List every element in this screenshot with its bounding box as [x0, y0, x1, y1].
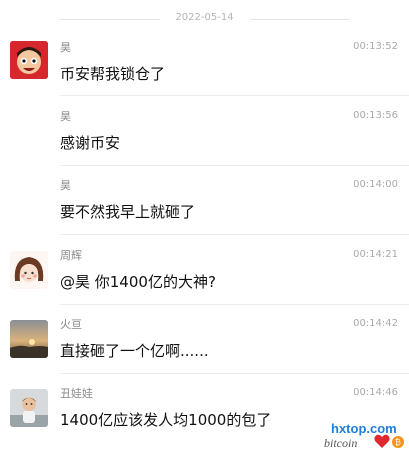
message-text: 要不然我早上就砸了 [60, 203, 196, 221]
message-divider [60, 234, 409, 235]
message-divider [60, 165, 409, 166]
sender-name: 昊 [60, 41, 71, 54]
message-time: 00:13:52 [353, 41, 398, 52]
chat-message[interactable]: 昊 00:14:00 要不然我早上就砸了 [0, 173, 409, 235]
message-text: 感谢币安 [60, 134, 121, 152]
sender-name: 昊 [60, 179, 71, 192]
message-divider [60, 95, 409, 96]
svg-text:₿: ₿ [395, 438, 401, 447]
message-time: 00:13:56 [353, 110, 398, 121]
girl-cartoon-avatar[interactable] [10, 251, 48, 289]
avatar-image [10, 251, 48, 289]
child-photo-avatar[interactable] [10, 389, 48, 427]
avatar-image [10, 320, 48, 358]
message-divider [60, 373, 409, 374]
sender-name: 昊 [60, 110, 71, 123]
avatar-image [10, 41, 48, 79]
watermark-logo: hxtop.com bitcoin ₿ [322, 421, 408, 451]
date-separator: 2022-05-14 [0, 0, 409, 28]
message-time: 00:14:46 [353, 387, 398, 398]
message-text: 直接砸了一个亿啊...... [60, 342, 209, 360]
chat-message[interactable]: 火亘 00:14:42 直接砸了一个亿啊...... [0, 312, 409, 374]
chat-message[interactable]: 周辉 00:14:21 @昊 你1400亿的大神? [0, 243, 409, 305]
sender-name: 周辉 [60, 249, 82, 262]
message-text: 币安帮我锁仓了 [60, 65, 166, 83]
sunset-landscape-avatar[interactable] [10, 320, 48, 358]
sender-name: 火亘 [60, 318, 82, 331]
heart-coin-icon: ₿ [374, 434, 404, 448]
sender-name: 丑娃娃 [60, 387, 93, 400]
cartoon-face-avatar[interactable] [10, 41, 48, 79]
date-divider-right [250, 19, 350, 20]
message-time: 00:14:21 [353, 249, 398, 260]
message-time: 00:14:00 [353, 179, 398, 190]
message-divider [60, 304, 409, 305]
message-text: 1400亿应该发人均1000的包了 [60, 411, 272, 429]
message-text: @昊 你1400亿的大神? [60, 273, 216, 291]
chat-message[interactable]: 昊 00:13:52 币安帮我锁仓了 [0, 36, 409, 96]
chat-message[interactable]: 昊 00:13:56 感谢币安 [0, 104, 409, 166]
avatar-image [10, 389, 48, 427]
message-time: 00:14:42 [353, 318, 398, 329]
date-label: 2022-05-14 [175, 12, 234, 23]
watermark-tag: bitcoin [324, 436, 358, 450]
